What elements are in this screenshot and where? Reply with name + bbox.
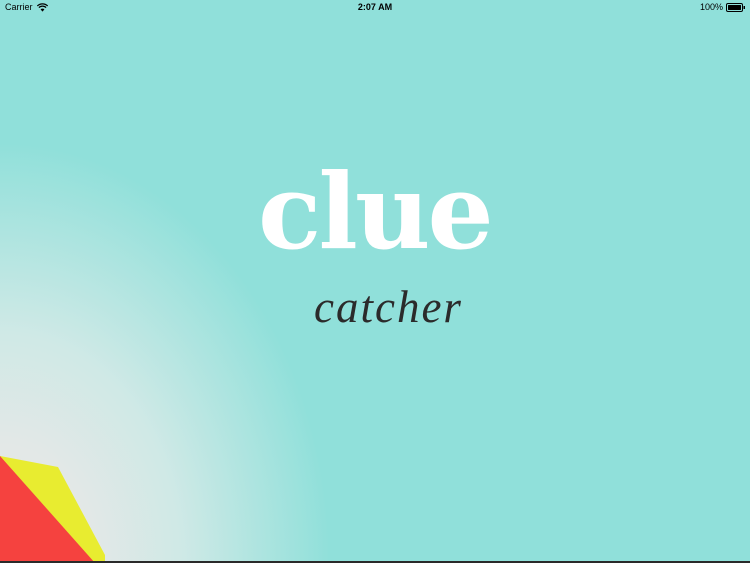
logo-secondary-text: catcher [314, 282, 463, 332]
app-logo: clue catcher [0, 0, 750, 563]
splash-screen: Carrier 2:07 AM 100% clue catcher [0, 0, 750, 563]
logo-primary-text: clue [258, 150, 494, 273]
corner-decoration [0, 456, 105, 563]
